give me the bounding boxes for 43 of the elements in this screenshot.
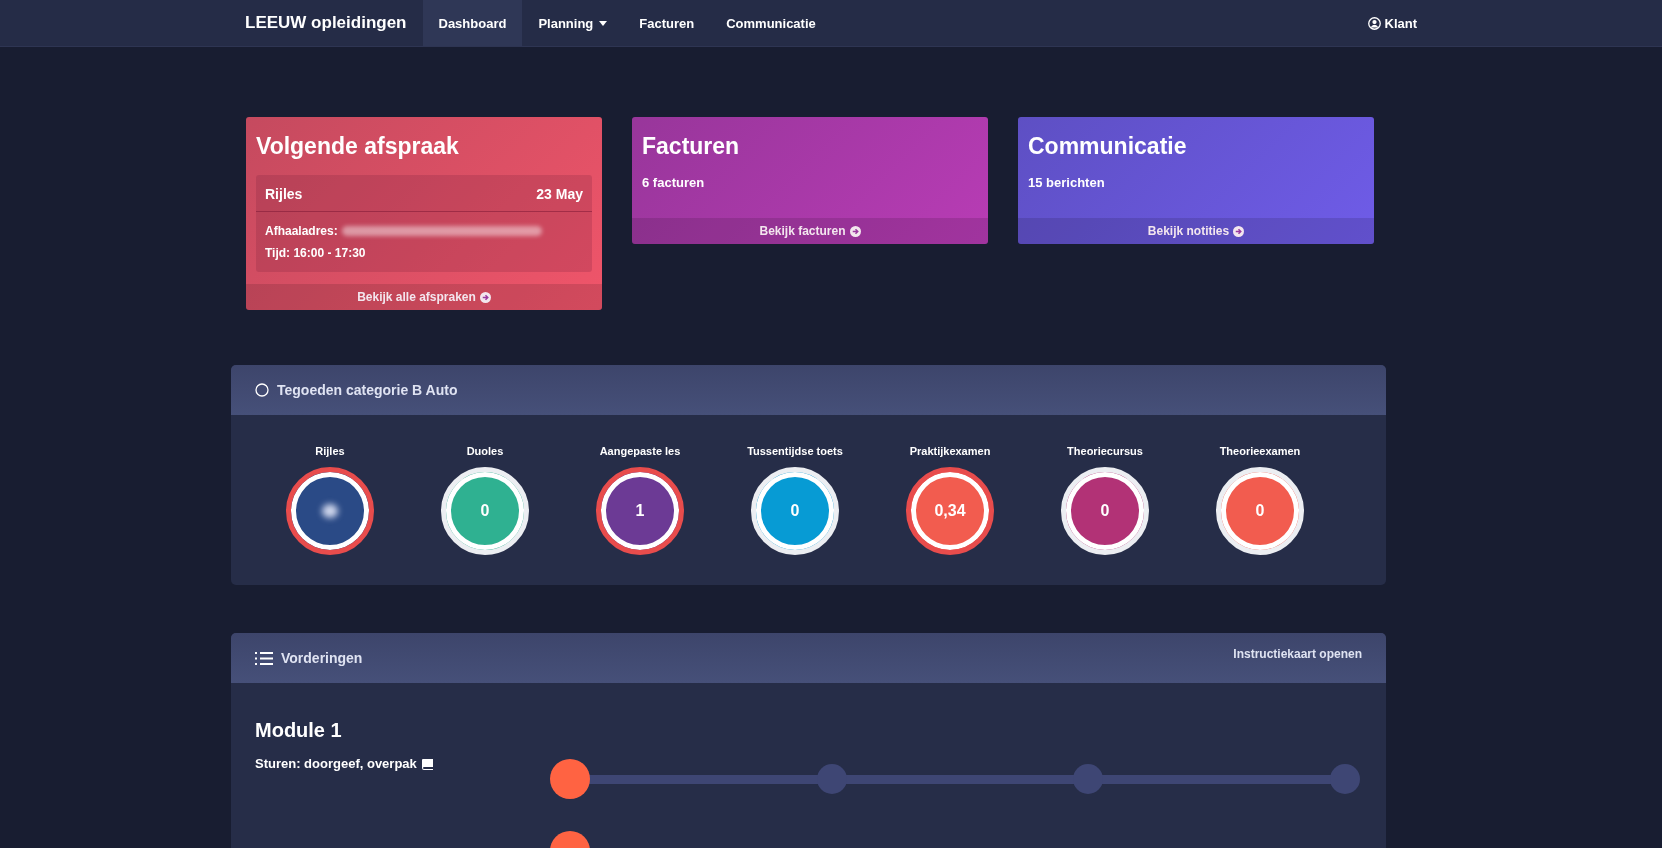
list-icon [255, 650, 273, 666]
book-icon [420, 757, 434, 770]
lesson-type: Rijles [265, 186, 303, 202]
nav-item[interactable]: Planning [522, 0, 624, 46]
circle-icon [255, 383, 269, 397]
user-icon [1367, 16, 1381, 30]
card-title: Communicatie [1028, 133, 1188, 160]
arrow-right-icon [1233, 225, 1245, 237]
card-subtitle: 6 facturen [642, 175, 706, 190]
open-card-link[interactable]: Instructiekaart openen [1233, 647, 1362, 661]
arrow-right-icon [849, 225, 861, 237]
panel-title: Vorderingen [281, 650, 363, 666]
credit-value: 0 [1255, 502, 1265, 520]
module-title: Module 1 [255, 719, 343, 742]
skill-name: Sturen: doorgeef, overpak [255, 756, 417, 771]
credit-label: Tussentijdse toets [747, 445, 843, 457]
credit-value: 0 [790, 502, 800, 520]
credit-value: 1 [635, 502, 645, 520]
credit-label: Theoriecursus [1067, 445, 1143, 457]
appointment-time: Tijd: 16:00 - 17:30 [265, 246, 367, 260]
credit-value: 0 [480, 502, 490, 520]
nav-item[interactable]: Facturen [623, 0, 711, 46]
credit-label: Aangepaste les [599, 445, 681, 457]
credit-label: Theorieexamen [1219, 445, 1301, 457]
card-link[interactable]: Bekijk notities [1018, 218, 1374, 244]
credit-label: Praktijkexamen [909, 445, 991, 457]
brand-logo[interactable]: LEEUW opleidingen [245, 0, 407, 46]
panel-title: Tegoeden categorie B Auto [277, 382, 458, 398]
credit-label: Duoles [466, 445, 504, 457]
card-link[interactable]: Bekijk facturen [632, 218, 988, 244]
card-title: Volgende afspraak [256, 133, 460, 160]
credit-label: Rijles [315, 445, 345, 457]
arrow-right-icon [479, 291, 491, 303]
appointment-date: 23 May [536, 186, 583, 202]
card-title: Facturen [642, 133, 741, 160]
nav-item[interactable]: Dashboard [422, 0, 523, 46]
user-menu[interactable]: Klant [1367, 0, 1417, 46]
address-label: Afhaaladres: [265, 224, 338, 238]
card-subtitle: 15 berichten [1028, 175, 1106, 190]
credit-value: 0,34 [934, 502, 966, 520]
credit-value: 0 [1100, 502, 1110, 520]
nav-item[interactable]: Communicatie [710, 0, 832, 46]
card-link[interactable]: Bekijk alle afspraken [246, 284, 602, 310]
